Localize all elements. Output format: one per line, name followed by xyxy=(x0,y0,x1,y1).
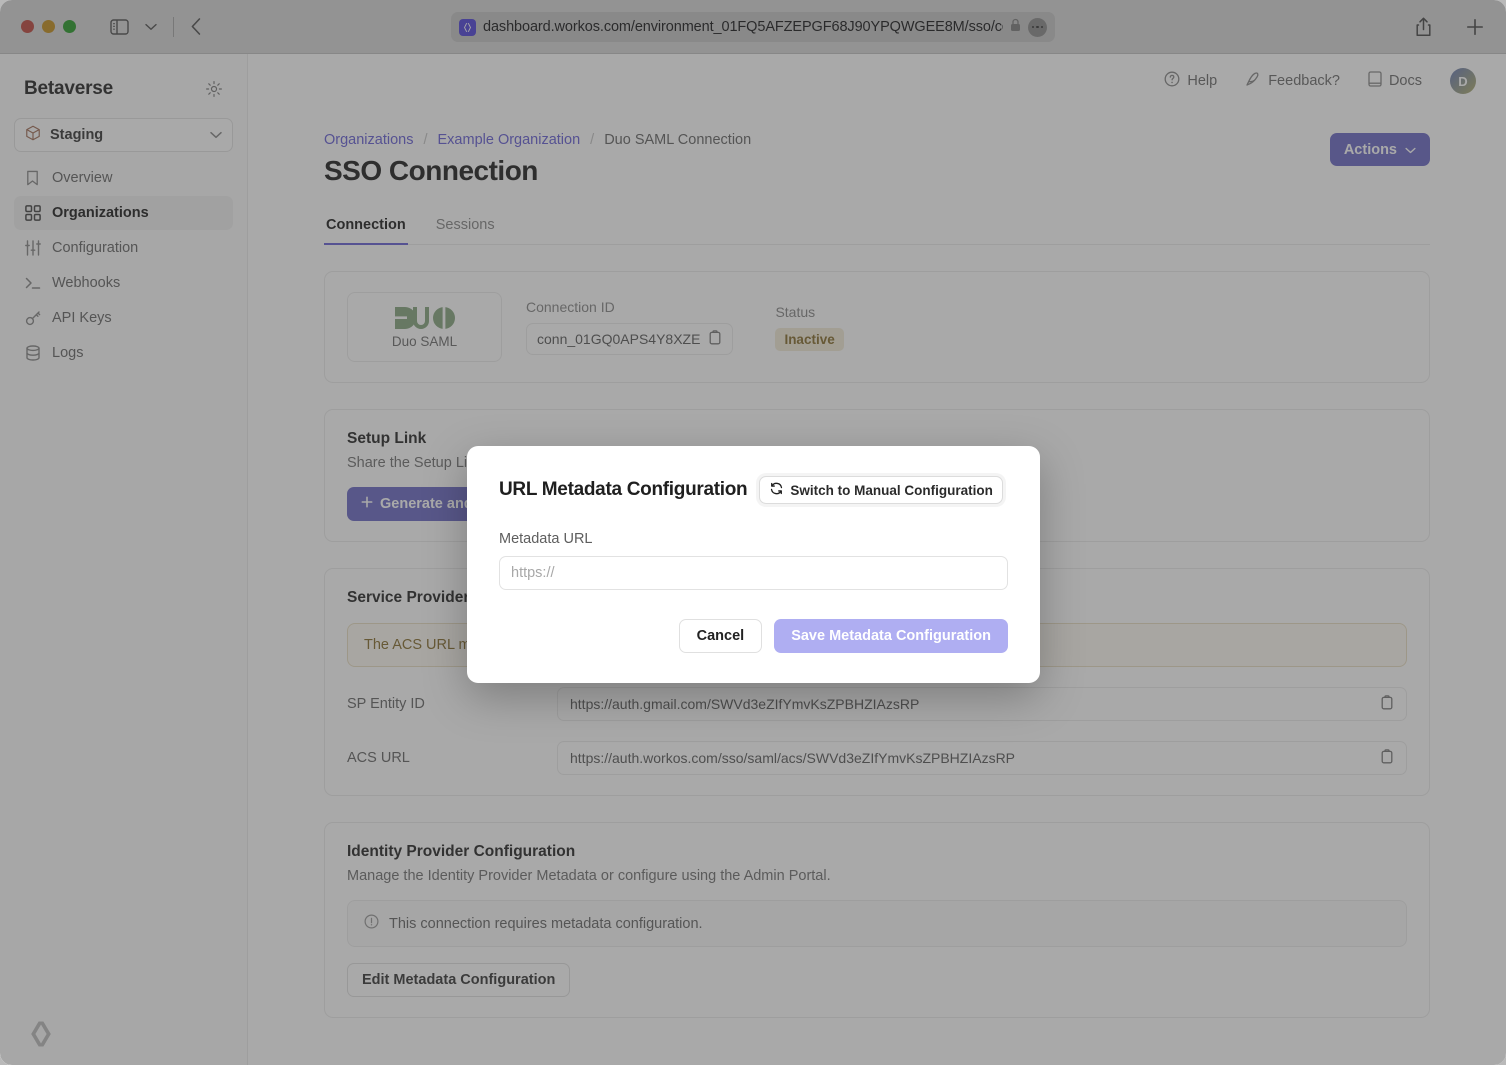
dialog-title: URL Metadata Configuration xyxy=(499,479,748,500)
switch-to-manual-configuration-button[interactable]: Switch to Manual Configuration xyxy=(759,476,1003,504)
metadata-url-label: Metadata URL xyxy=(499,531,593,547)
switch-to-manual-configuration-label: Switch to Manual Configuration xyxy=(790,482,993,498)
browser-window: dashboard.workos.com/environment_01FQ5AF… xyxy=(0,0,1506,1065)
save-metadata-configuration-button[interactable]: Save Metadata Configuration xyxy=(774,619,1008,653)
refresh-swap-icon xyxy=(769,481,784,499)
cancel-button[interactable]: Cancel xyxy=(678,619,763,653)
url-metadata-configuration-dialog: URL Metadata Configuration Switch to Man… xyxy=(467,446,1040,683)
dialog-header: URL Metadata Configuration Switch to Man… xyxy=(499,476,1008,504)
dialog-actions: Cancel Save Metadata Configuration xyxy=(499,619,1008,653)
metadata-url-input[interactable] xyxy=(499,556,1008,590)
